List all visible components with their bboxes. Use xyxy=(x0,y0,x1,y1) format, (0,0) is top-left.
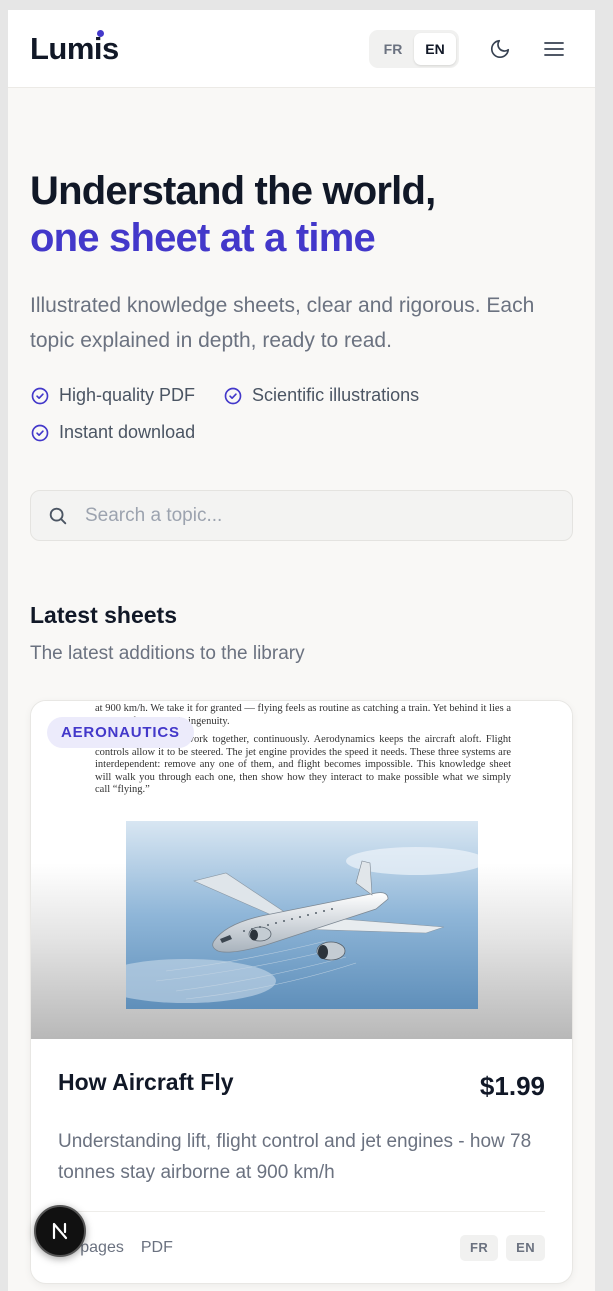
hero-title-accent: one sheet at a time xyxy=(30,216,376,260)
feature-label: Scientific illustrations xyxy=(252,385,420,405)
latest-sheets-subtitle: The latest additions to the library xyxy=(30,643,305,664)
check-circle-icon xyxy=(31,387,49,404)
hero-title-line1: Understand the world, xyxy=(30,169,436,213)
language-tag-en: EN xyxy=(506,1234,545,1261)
sheet-description: Understanding lift, flight control and j… xyxy=(58,1131,532,1183)
search-input[interactable] xyxy=(85,504,525,527)
sheet-card[interactable]: at 900 km/h. We take it for granted — fl… xyxy=(30,700,573,1284)
latest-sheets-title: Latest sheets xyxy=(30,602,178,628)
card-footer: 15 pages PDF FR EN xyxy=(58,1211,545,1283)
language-switcher: FR EN xyxy=(369,29,459,68)
feature-list: High-quality PDF Scientific illustration… xyxy=(30,383,573,445)
check-circle-icon xyxy=(31,424,49,441)
nextjs-logo-icon xyxy=(52,1222,68,1240)
hamburger-menu-icon xyxy=(544,41,564,56)
lang-fr-button[interactable]: FR xyxy=(372,33,414,65)
language-tag-fr: FR xyxy=(460,1234,499,1261)
theme-toggle-button[interactable] xyxy=(483,32,517,66)
logo-dot xyxy=(97,29,104,37)
feature-label: High-quality PDF xyxy=(59,385,196,405)
feature-item: Scientific illustrations xyxy=(223,383,419,408)
page: Lumis FR EN Understand the world, one sh… xyxy=(8,10,595,1291)
feature-item: Instant download xyxy=(30,420,195,445)
nextjs-dev-button[interactable] xyxy=(34,1205,86,1257)
feature-item: High-quality PDF xyxy=(30,383,195,408)
card-body: How Aircraft Fly $1.99 Understanding lif… xyxy=(31,1039,572,1283)
hero-section: Understand the world, one sheet at a tim… xyxy=(8,88,595,1284)
menu-button[interactable] xyxy=(537,32,571,66)
lang-en-button[interactable]: EN xyxy=(414,32,456,65)
feature-label: Instant download xyxy=(59,422,196,442)
category-badge: AERONAUTICS xyxy=(47,717,194,748)
search-icon xyxy=(49,507,67,524)
logo-text: Lumis xyxy=(30,30,119,66)
hero-title: Understand the world, one sheet at a tim… xyxy=(30,168,573,262)
sheet-price: $1.99 xyxy=(479,1071,545,1101)
search-bar[interactable] xyxy=(30,490,573,541)
card-header: How Aircraft Fly $1.99 xyxy=(58,1067,545,1102)
moon-icon xyxy=(490,39,510,58)
check-circle-icon xyxy=(224,387,242,404)
logo[interactable]: Lumis xyxy=(30,29,119,67)
hero-subtitle: Illustrated knowledge sheets, clear and … xyxy=(30,294,535,352)
sheet-preview[interactable]: at 900 km/h. We take it for granted — fl… xyxy=(31,701,572,1039)
file-format: PDF xyxy=(140,1238,173,1256)
sheet-title[interactable]: How Aircraft Fly xyxy=(58,1069,234,1096)
site-header: Lumis FR EN xyxy=(8,10,595,88)
aircraft-illustration xyxy=(126,821,478,1009)
